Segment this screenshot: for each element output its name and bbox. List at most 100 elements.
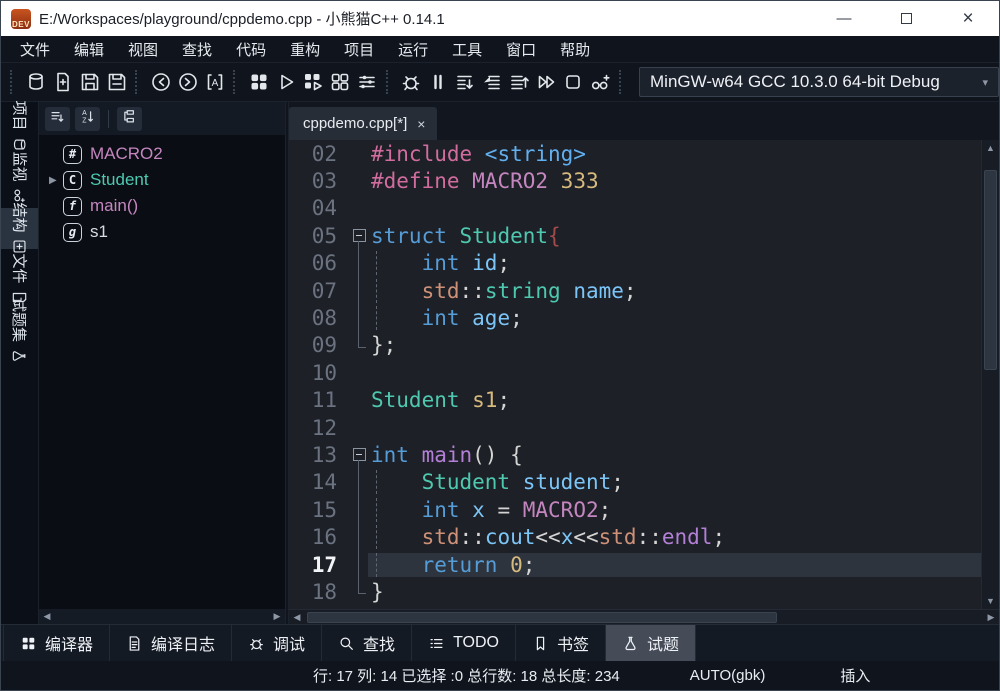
menu-item-9[interactable]: 窗口 (495, 36, 547, 63)
nav-back-button[interactable] (148, 67, 175, 97)
sidebar-tab-label: 试题集 (9, 297, 30, 342)
show-inherited-button[interactable] (117, 107, 142, 131)
editor-hscrollbar[interactable]: ◀ ▶ (289, 609, 999, 624)
scroll-up-icon[interactable]: ▲ (982, 140, 999, 156)
code-line-15[interactable]: 15 int x = MACRO2; (289, 496, 981, 523)
tree-item-s1[interactable]: gs1 (49, 219, 285, 245)
fold-gutter-collapse-icon[interactable] (351, 441, 368, 468)
structure-panel-toolbar: AZ (39, 102, 285, 135)
code-line-09[interactable]: 09}; (289, 332, 981, 359)
compiler-options-button[interactable] (354, 67, 381, 97)
menu-item-6[interactable]: 项目 (333, 36, 385, 63)
step-over-button[interactable] (452, 67, 479, 97)
menu-item-4[interactable]: 代码 (225, 36, 277, 63)
bottom-tab-search[interactable]: 查找 (322, 625, 412, 661)
code-line-02[interactable]: 02#include <string> (289, 140, 981, 167)
new-file-button[interactable] (49, 67, 76, 97)
code-line-13[interactable]: 13int main() { (289, 441, 981, 468)
scroll-right-icon[interactable]: ▶ (269, 611, 285, 622)
code-line-10[interactable]: 10 (289, 359, 981, 386)
nav-forward-button[interactable] (175, 67, 202, 97)
bottom-tab-compiler[interactable]: 编译器 (3, 625, 110, 661)
bottom-tab-label: 书签 (557, 631, 589, 655)
scroll-down-icon[interactable]: ▼ (982, 593, 999, 609)
sidebar-tab-watch[interactable]: 监视 (1, 157, 38, 198)
svg-text:A: A (212, 78, 219, 89)
compile-button[interactable] (246, 67, 273, 97)
code-line-17[interactable]: 17 return 0; (289, 551, 981, 578)
add-watch-icon (589, 71, 611, 93)
code-text: int main() { (368, 443, 981, 467)
menu-item-7[interactable]: 运行 (387, 36, 439, 63)
compiler-set-select[interactable]: MinGW-w64 GCC 10.3.0 64-bit Debug▾ (639, 67, 999, 97)
bottom-tab-bookmark[interactable]: 书签 (516, 625, 606, 661)
sort-by-position-button[interactable] (45, 107, 70, 131)
code-line-08[interactable]: 08 int age; (289, 304, 981, 331)
menu-item-10[interactable]: 帮助 (549, 36, 601, 63)
line-number: 02 (289, 142, 351, 166)
code-line-03[interactable]: 03#define MACRO2 333 (289, 167, 981, 194)
scroll-thumb[interactable] (984, 170, 997, 370)
debug-button[interactable] (398, 67, 425, 97)
fold-gutter-collapse-icon[interactable] (351, 222, 368, 249)
editor-vscrollbar[interactable]: ▲ ▼ (981, 140, 999, 609)
save-all-button[interactable] (103, 67, 130, 97)
code-line-05[interactable]: 05struct Student{ (289, 222, 981, 249)
run-button[interactable] (273, 67, 300, 97)
scroll-right-icon[interactable]: ▶ (983, 612, 999, 623)
stop-button[interactable] (560, 67, 587, 97)
minimize-button[interactable]: — (813, 1, 875, 36)
code-editor[interactable]: 02#include <string>03#define MACRO2 3330… (289, 140, 981, 609)
scroll-left-icon[interactable]: ◀ (289, 612, 305, 623)
sidebar-tab-label: 文件 (9, 253, 30, 283)
code-line-06[interactable]: 06 int id; (289, 250, 981, 277)
reformat-button[interactable]: A (202, 67, 229, 97)
close-button[interactable]: × (937, 1, 999, 36)
sidebar-tab-project[interactable]: 项目 (1, 106, 38, 147)
bottom-tab-compile-log[interactable]: 编译日志 (110, 625, 232, 661)
code-line-11[interactable]: 11Student s1; (289, 387, 981, 414)
compile-run-button[interactable] (300, 67, 327, 97)
tree-item-student[interactable]: ▶CStudent (49, 167, 285, 193)
line-number: 17 (289, 553, 351, 577)
bottom-tab-todo[interactable]: TODO (412, 625, 516, 661)
step-into-button[interactable] (479, 67, 506, 97)
add-watch-button[interactable] (587, 67, 614, 97)
editor-tab-cppdemo[interactable]: cppdemo.cpp[*] × (289, 107, 437, 140)
tree-item-macro2[interactable]: #MACRO2 (49, 141, 285, 167)
menu-item-0[interactable]: 文件 (9, 36, 61, 63)
scroll-thumb[interactable] (307, 612, 777, 623)
sidebar-tab-structure[interactable]: 结构 (1, 208, 38, 249)
pause-button[interactable] (425, 67, 452, 97)
encoding-status[interactable]: AUTO(gbk) (690, 667, 766, 684)
bottom-tab-exam[interactable]: 试题 (606, 625, 696, 661)
code-line-07[interactable]: 07 std::string name; (289, 277, 981, 304)
tree-item-main[interactable]: fmain() (49, 193, 285, 219)
sidebar-tab-problem-set[interactable]: 试题集 (1, 310, 38, 351)
code-line-12[interactable]: 12 (289, 414, 981, 441)
code-line-04[interactable]: 04 (289, 195, 981, 222)
sidebar-tab-files[interactable]: 文件 (1, 259, 38, 300)
expand-arrow-icon[interactable]: ▶ (49, 175, 61, 186)
save-button[interactable] (76, 67, 103, 97)
menu-item-5[interactable]: 重构 (279, 36, 331, 63)
scroll-left-icon[interactable]: ◀ (39, 611, 55, 622)
bottom-tab-debug[interactable]: 调试 (232, 625, 322, 661)
tab-close-icon[interactable]: × (417, 116, 425, 132)
menu-item-8[interactable]: 工具 (441, 36, 493, 63)
maximize-button[interactable] (875, 1, 937, 36)
rebuild-button[interactable] (327, 67, 354, 97)
menu-item-1[interactable]: 编辑 (63, 36, 115, 63)
structure-hscrollbar[interactable]: ◀ ▶ (39, 609, 285, 624)
code-line-18[interactable]: 18} (289, 578, 981, 605)
menu-item-3[interactable]: 查找 (171, 36, 223, 63)
toolbar-grip (10, 70, 17, 94)
step-out-button[interactable] (506, 67, 533, 97)
open-project-button[interactable] (22, 67, 49, 97)
sort-alpha-button[interactable]: AZ (75, 107, 100, 131)
code-line-16[interactable]: 16 std::cout<<x<<std::endl; (289, 523, 981, 550)
continue-button[interactable] (533, 67, 560, 97)
code-line-14[interactable]: 14 Student student; (289, 469, 981, 496)
menu-item-2[interactable]: 视图 (117, 36, 169, 63)
code-text: }; (368, 333, 981, 357)
